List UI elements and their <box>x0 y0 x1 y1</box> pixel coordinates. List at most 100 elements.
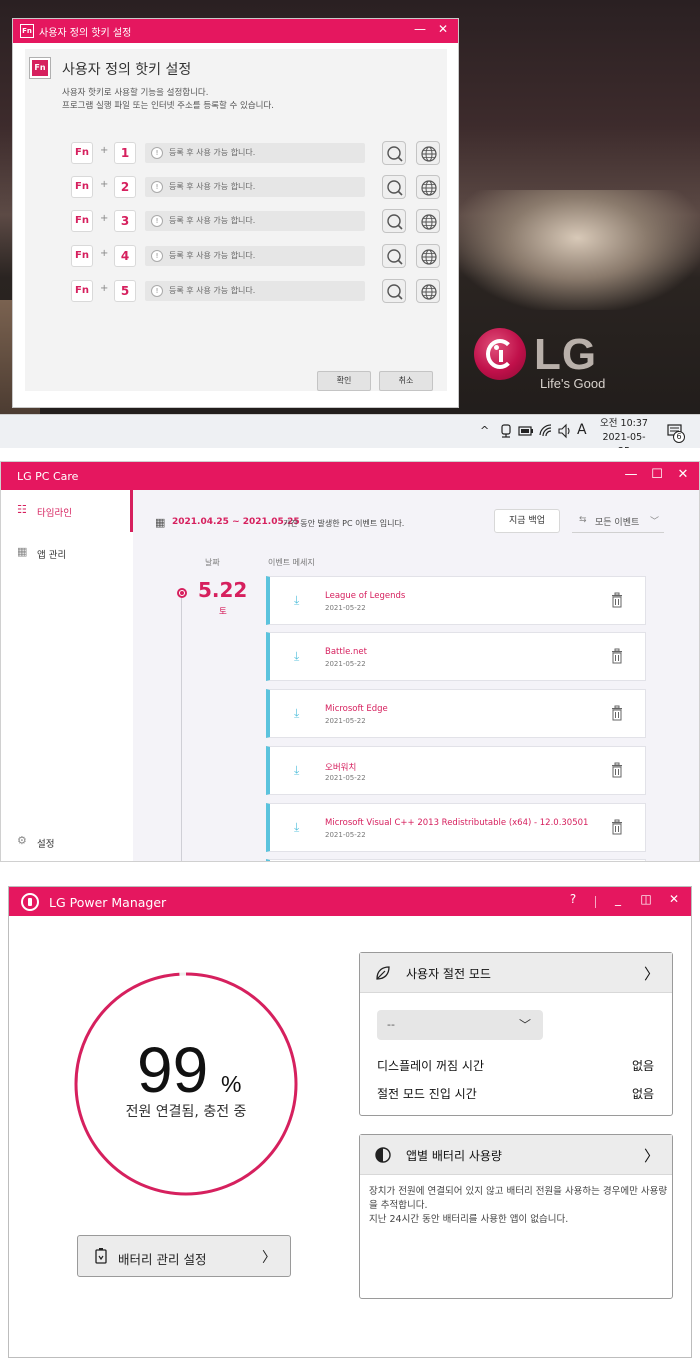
ime-indicator[interactable]: A <box>577 422 587 438</box>
browse-file-button[interactable] <box>382 279 406 303</box>
restore-button[interactable]: ◫ <box>637 892 655 910</box>
event-card[interactable]: ⤓ 오버워치 2021-05-22 <box>266 746 646 795</box>
power-mode-select[interactable]: -- ﹀ <box>377 1010 543 1040</box>
trash-icon[interactable] <box>610 648 624 664</box>
app-battery-title: 앱별 배터리 사용량 <box>406 1149 502 1163</box>
app-battery-panel: 앱별 배터리 사용량 〉 장치가 전원에 연결되어 있지 않고 배터리 전원을 … <box>359 1134 673 1299</box>
lg-logo-icon <box>474 328 526 380</box>
power-mode-value: -- <box>387 1018 395 1031</box>
number-key-badge: 1 <box>114 142 136 164</box>
power-saving-panel: 사용자 절전 모드 〉 -- ﹀ 디스플레이 꺼짐 시간 없음 절전 모드 진입… <box>359 952 673 1116</box>
sidebar-item-label: 앱 관리 <box>37 550 67 561</box>
trash-icon[interactable] <box>610 705 624 721</box>
web-address-button[interactable] <box>416 175 440 199</box>
close-button[interactable]: ✕ <box>673 467 693 485</box>
sidebar-item-settings[interactable]: ⚙ 설정 <box>17 832 129 854</box>
plus-sign: + <box>100 179 109 190</box>
browse-file-button[interactable] <box>382 175 406 199</box>
app-battery-description: 장치가 전원에 연결되어 있지 않고 배터리 전원을 사용하는 경우에만 사용량… <box>369 1185 669 1227</box>
trash-icon[interactable] <box>610 819 624 835</box>
info-icon: ! <box>151 250 163 262</box>
battery-icon[interactable] <box>518 424 534 441</box>
hotkey-dialog: Fn 사용자 정의 핫키 설정 — ✕ Fn 사용자 정의 핫키 설정 사용자 … <box>12 18 459 408</box>
clock-time: 오전 10:37 <box>600 418 648 429</box>
fn-heading-icon-label: Fn <box>32 60 48 76</box>
app-battery-empty-message: 지난 24시간 동안 배터리를 사용한 앱이 없습니다. <box>369 1214 569 1225</box>
number-key-badge: 3 <box>114 210 136 232</box>
app-battery-tracking-note: 장치가 전원에 연결되어 있지 않고 배터리 전원을 사용하는 경우에만 사용량… <box>369 1186 668 1211</box>
trash-icon[interactable] <box>610 762 624 778</box>
web-address-button[interactable] <box>416 279 440 303</box>
power-manager-title: LG Power Manager <box>49 895 167 910</box>
app-battery-header[interactable]: 앱별 배터리 사용량 〉 <box>360 1135 672 1175</box>
meet-now-icon[interactable] <box>499 423 513 442</box>
event-card[interactable]: ⤓ Microsoft Visual C++ 2013 Redistributa… <box>266 803 646 852</box>
volume-icon[interactable] <box>557 423 573 442</box>
backup-now-button[interactable]: 지금 백업 <box>494 509 560 533</box>
pc-care-window: LG PC Care — ☐ ✕ ☷ 타임라인 ▦ 앱 관리 ⚙ 설정 ▦ 20… <box>0 461 700 862</box>
event-card-partial[interactable] <box>266 859 646 861</box>
hotkey-path-placeholder: 등록 후 사용 가능 합니다. <box>169 251 256 260</box>
download-icon: ⤓ <box>294 649 300 663</box>
help-button[interactable]: ? <box>564 892 582 910</box>
sidebar-item-apps[interactable]: ▦ 앱 관리 <box>17 543 129 565</box>
hotkey-path-field[interactable]: ! 등록 후 사용 가능 합니다. <box>145 211 365 231</box>
tray-overflow-chevron-icon[interactable]: ^ <box>480 424 489 437</box>
hotkey-path-placeholder: 등록 후 사용 가능 합니다. <box>169 148 256 157</box>
hotkey-row-3: Fn + 3 ! 등록 후 사용 가능 합니다. <box>71 209 451 233</box>
minimize-button[interactable]: — <box>621 467 641 485</box>
hotkey-path-placeholder: 등록 후 사용 가능 합니다. <box>169 182 256 191</box>
hotkey-path-field[interactable]: ! 등록 후 사용 가능 합니다. <box>145 177 365 197</box>
browse-file-button[interactable] <box>382 244 406 268</box>
clock-date: 2021-05-25 <box>602 432 646 448</box>
search-icon <box>387 249 403 265</box>
web-address-button[interactable] <box>416 244 440 268</box>
ok-button[interactable]: 확인 <box>317 371 371 391</box>
column-header-date: 날짜 <box>205 558 220 567</box>
web-address-button[interactable] <box>416 209 440 233</box>
event-date: 2021-05-22 <box>325 660 366 668</box>
calendar-icon: ▦ <box>155 516 166 529</box>
search-icon <box>387 146 403 162</box>
sidebar-item-label: 타임라인 <box>37 508 72 519</box>
event-date: 2021-05-22 <box>325 774 366 782</box>
half-circle-icon <box>375 1147 391 1163</box>
battery-status: 전원 연결됨, 충전 중 <box>125 1104 247 1120</box>
display-off-label: 디스플레이 꺼짐 시간 <box>377 1059 484 1073</box>
notification-count-badge: 6 <box>673 431 685 443</box>
wifi-icon[interactable] <box>539 424 553 441</box>
fn-key-badge: Fn <box>71 280 93 302</box>
taskbar-clock[interactable]: 오전 10:37 2021-05-25 <box>599 417 649 448</box>
trash-icon[interactable] <box>610 592 624 608</box>
plus-sign: + <box>100 248 109 259</box>
event-card[interactable]: ⤓ League of Legends 2021-05-22 <box>266 576 646 625</box>
web-address-button[interactable] <box>416 141 440 165</box>
globe-icon <box>421 214 437 230</box>
hotkey-path-field[interactable]: ! 등록 후 사용 가능 합니다. <box>145 143 365 163</box>
power-saving-title: 사용자 절전 모드 <box>406 967 491 981</box>
event-filter-dropdown[interactable]: ⇆ 모든 이벤트 ﹀ <box>572 509 664 533</box>
lg-slogan: Life's Good <box>540 376 606 391</box>
battery-settings-button[interactable]: 배터리 관리 설정 〉 <box>77 1235 291 1277</box>
minimize-button[interactable]: _ <box>609 892 627 910</box>
browse-file-button[interactable] <box>382 141 406 165</box>
event-card[interactable]: ⤓ Battle.net 2021-05-22 <box>266 632 646 681</box>
number-key-badge: 2 <box>114 176 136 198</box>
power-saving-header[interactable]: 사용자 절전 모드 〉 <box>360 953 672 993</box>
close-button[interactable]: ✕ <box>665 892 683 910</box>
sidebar-item-timeline[interactable]: ☷ 타임라인 <box>17 501 129 523</box>
event-card[interactable]: ⤓ Microsoft Edge 2021-05-22 <box>266 689 646 738</box>
chevron-right-icon: 〉 <box>262 1250 276 1266</box>
chevron-right-icon: 〉 <box>644 1147 660 1165</box>
cancel-button[interactable]: 취소 <box>379 371 433 391</box>
close-button[interactable]: ✕ <box>436 22 450 38</box>
fn-key-badge: Fn <box>71 245 93 267</box>
battery-settings-label: 배터리 관리 설정 <box>118 1252 207 1267</box>
info-icon: ! <box>151 147 163 159</box>
maximize-button[interactable]: ☐ <box>647 467 667 485</box>
globe-icon <box>421 249 437 265</box>
minimize-button[interactable]: — <box>413 22 427 38</box>
browse-file-button[interactable] <box>382 209 406 233</box>
hotkey-path-field[interactable]: ! 등록 후 사용 가능 합니다. <box>145 246 365 266</box>
hotkey-path-field[interactable]: ! 등록 후 사용 가능 합니다. <box>145 281 365 301</box>
